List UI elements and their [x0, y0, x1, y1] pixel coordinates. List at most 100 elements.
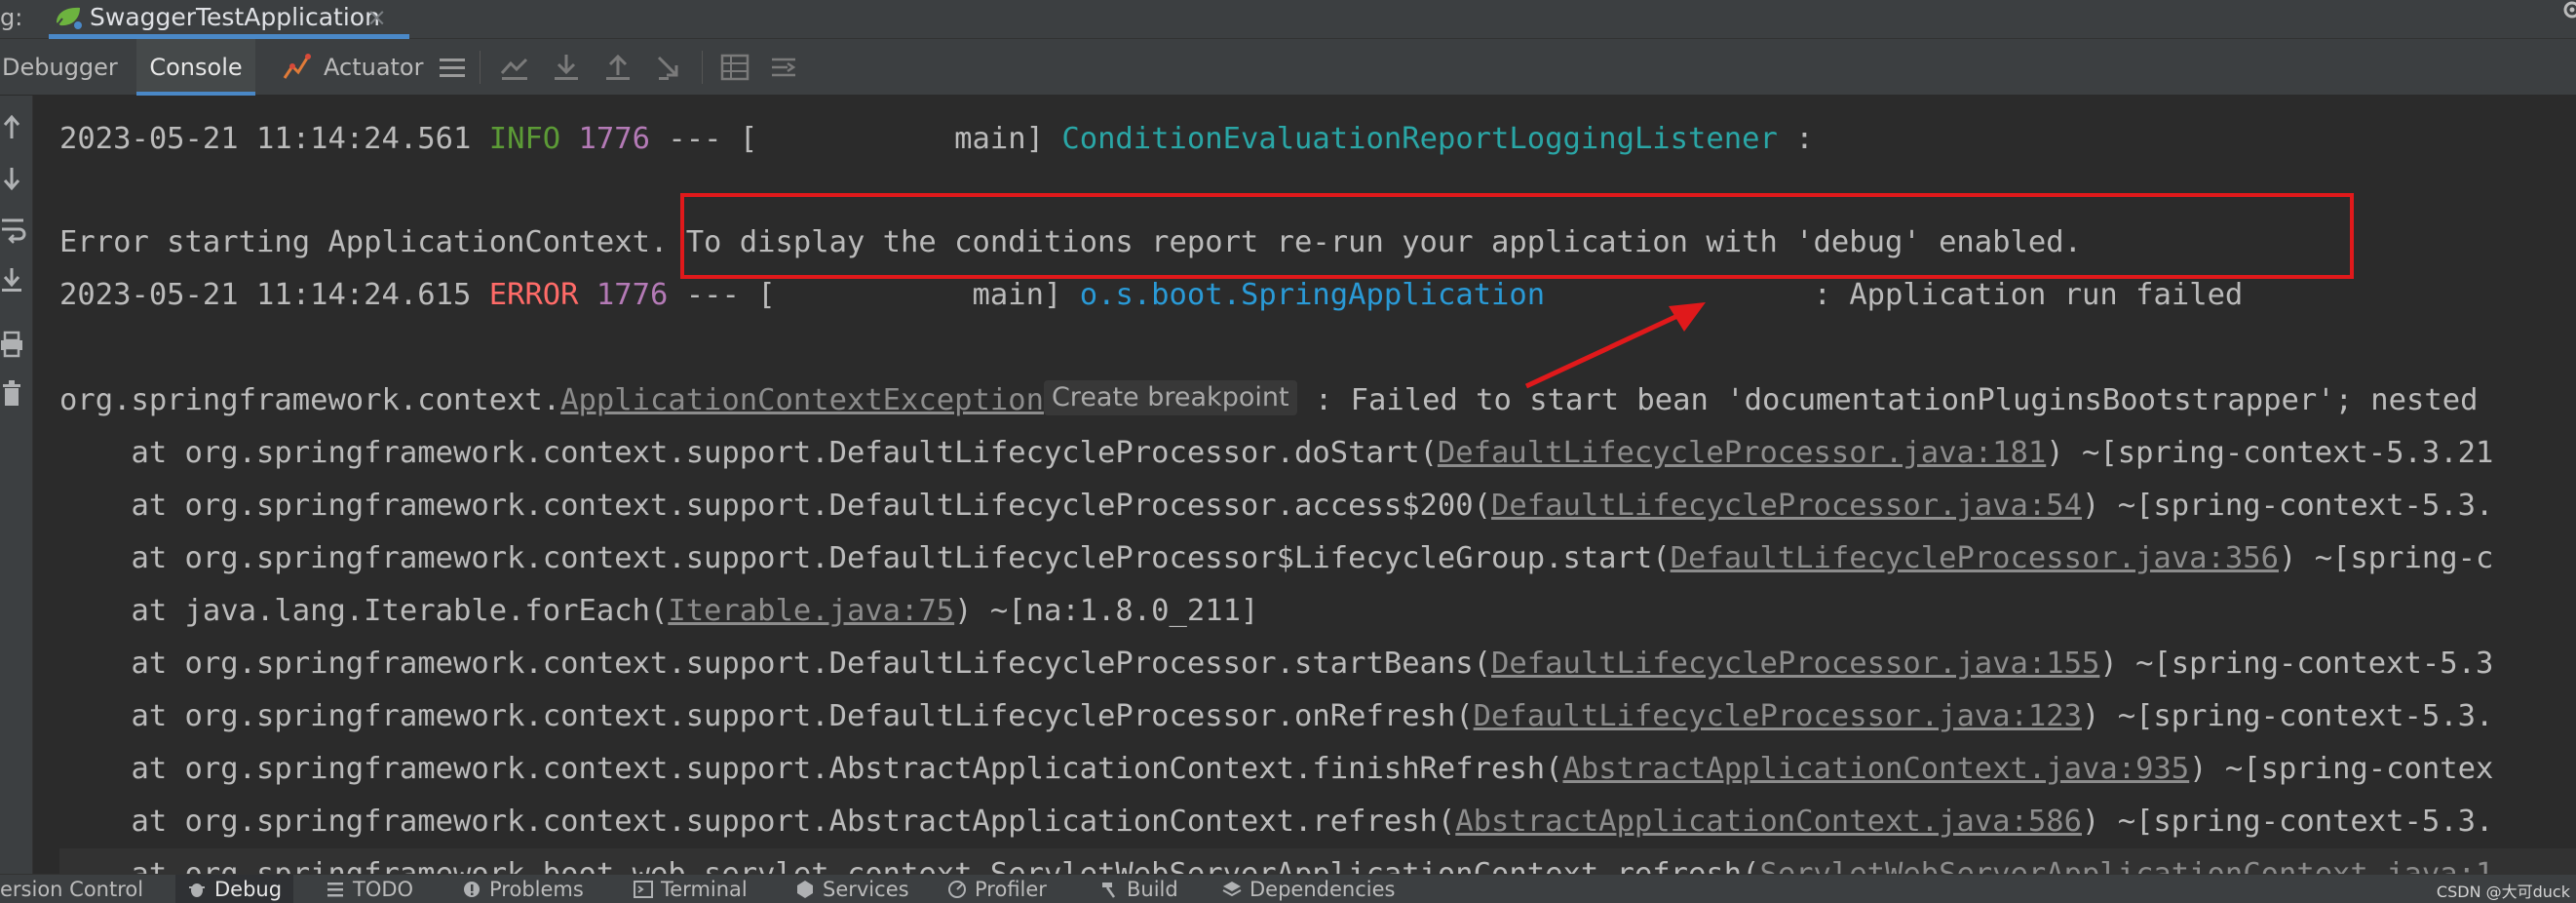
menu-icon[interactable] [437, 52, 468, 83]
source-link[interactable]: Iterable.java:75 [668, 594, 954, 628]
actuator-icon [283, 54, 311, 79]
scroll-up-icon[interactable] [0, 113, 29, 142]
log-thread: --- [ main] [650, 122, 1062, 156]
tab-dependencies[interactable]: Dependencies [1222, 875, 1395, 903]
stack-trace-line: at org.springframework.context.support.A… [59, 796, 2493, 848]
annotation-highlight-box [680, 193, 2354, 279]
stack-frame-method: at org.springframework.context.support.D… [59, 436, 1438, 470]
source-link[interactable]: ServletWebServerApplicationContext.java:… [1759, 857, 2493, 874]
stack-trace-line: at org.springframework.context.support.A… [59, 743, 2493, 796]
console-side-toolbar [0, 96, 33, 874]
gear-icon[interactable] [2551, 0, 2576, 31]
run-tab-strip: g: SwaggerTestApplication × [0, 0, 2576, 39]
tab-actuator[interactable]: Actuator [283, 39, 423, 96]
annotation-arrow [1524, 302, 1706, 389]
stack-frame-method: at org.springframework.context.support.A… [59, 752, 1563, 786]
log-logger: o.s.boot.SpringApplication [1079, 278, 1546, 312]
tab-version-control[interactable]: ersion Control [0, 875, 143, 903]
show-execution-point-icon[interactable] [499, 52, 530, 83]
step-into-icon[interactable] [602, 52, 634, 83]
stack-frame-jar: ) ~[na:1.8.0_211] [954, 594, 1259, 628]
trace-settings-icon[interactable] [768, 52, 799, 83]
stack-frame-method: at java.lang.Iterable.forEach( [59, 594, 669, 628]
toolbar-separator [480, 51, 481, 84]
stack-frame-method: at org.springframework.context.support.D… [59, 647, 1492, 681]
tab-services-label: Services [823, 878, 909, 901]
toolbar-separator [702, 51, 703, 84]
step-out-icon[interactable] [655, 52, 686, 83]
create-breakpoint-button[interactable]: Create breakpoint [1043, 380, 1297, 415]
step-over-icon[interactable] [551, 52, 582, 83]
source-link[interactable]: DefaultLifecycleProcessor.java:181 [1438, 436, 2046, 470]
evaluate-expression-icon[interactable] [719, 52, 750, 83]
debug-toolbar: Debugger Console Actuator [0, 39, 2576, 96]
stack-trace-line: at org.springframework.context.support.D… [59, 690, 2493, 743]
stack-frame-jar: ) ~[spring-context-5.3.21 [2046, 436, 2494, 470]
tab-build[interactable]: Build [1099, 875, 1178, 903]
stack-trace-line: at org.springframework.context.support.D… [59, 532, 2493, 585]
source-link[interactable]: AbstractApplicationContext.java:935 [1562, 752, 2189, 786]
layers-icon [1222, 882, 1242, 897]
tab-problems[interactable]: Problems [462, 875, 584, 903]
log-thread: --- [ main] [668, 278, 1080, 312]
tab-strip-prefix: g: [0, 4, 23, 31]
stack-trace-line: at org.springframework.context.support.D… [59, 427, 2493, 480]
run-tab-swagger-test-application[interactable]: SwaggerTestApplication × [47, 0, 409, 39]
soft-wrap-icon[interactable] [0, 215, 29, 244]
stack-frame-jar: ) ~[spring-contex [2189, 752, 2494, 786]
tab-problems-label: Problems [489, 878, 584, 901]
tab-debugger[interactable]: Debugger [0, 39, 127, 96]
print-icon[interactable] [0, 330, 29, 359]
source-link[interactable]: AbstractApplicationContext.java:586 [1455, 805, 2082, 839]
source-link[interactable]: DefaultLifecycleProcessor.java:123 [1474, 699, 2082, 733]
log-logger: ConditionEvaluationReportLoggingListener [1061, 122, 1778, 156]
log-level: INFO [488, 122, 561, 156]
bug-icon [189, 883, 205, 897]
spring-boot-icon [54, 7, 82, 29]
stack-frame-method: at org.springframework.context.support.D… [59, 489, 1492, 523]
stack-frame-method: at org.springframework.context.support.D… [59, 699, 1474, 733]
watermark: CSDN @大可duck [2436, 883, 2570, 901]
stack-frame-jar: ) ~[spring-context-5.3. [2081, 699, 2494, 733]
tab-terminal-label: Terminal [661, 878, 748, 901]
stack-trace-line: at org.springframework.context.support.D… [59, 480, 2493, 532]
tab-terminal[interactable]: Terminal [634, 875, 748, 903]
log-level: ERROR [488, 278, 579, 312]
tab-actuator-label: Actuator [324, 54, 424, 81]
stack-trace-line-partial: at org.springframework.boot.web.servlet.… [59, 848, 2576, 874]
tab-todo[interactable]: TODO [326, 875, 413, 903]
stack-frame-jar: ) ~[spring-context-5.3. [2081, 489, 2494, 523]
stack-frame-method: at org.springframework.context.support.A… [59, 805, 1456, 839]
stack-frame-jar: ) ~[spring-c [2278, 541, 2494, 575]
tab-services[interactable]: Services [795, 875, 909, 903]
tab-todo-label: TODO [353, 878, 414, 901]
log-timestamp: 2023-05-21 11:14:24.615 [59, 278, 472, 312]
tab-debug[interactable]: Debug [175, 875, 294, 903]
log-pid: 1776 [596, 278, 669, 312]
stack-trace-line: at org.springframework.context.support.D… [59, 638, 2493, 690]
exception-package: org.springframework.context. [59, 383, 561, 417]
stack-frame-jar: ) ~[spring-context-5.3. [2081, 805, 2494, 839]
exception-class-link[interactable]: ApplicationContextException [560, 383, 1044, 417]
tab-dependencies-label: Dependencies [1250, 878, 1396, 901]
scroll-to-end-icon[interactable] [0, 265, 29, 294]
tab-profiler[interactable]: Profiler [947, 875, 1047, 903]
scroll-down-icon[interactable] [0, 164, 29, 193]
source-link[interactable]: DefaultLifecycleProcessor.java:155 [1491, 647, 2099, 681]
log-message: : [1777, 122, 1814, 156]
hammer-icon [1102, 883, 1116, 898]
problems-icon [464, 882, 480, 897]
close-icon[interactable]: × [366, 3, 387, 31]
source-link[interactable]: DefaultLifecycleProcessor.java:356 [1671, 541, 2279, 575]
clear-all-icon[interactable] [0, 378, 29, 408]
log-timestamp: 2023-05-21 11:14:24.561 [59, 122, 472, 156]
exception-line: org.springframework.context.ApplicationC… [59, 374, 2478, 427]
tab-console[interactable]: Console [136, 39, 255, 96]
source-link[interactable]: DefaultLifecycleProcessor.java:54 [1491, 489, 2082, 523]
tool-window-bar: ersion Control Debug TODO Problems Termi… [0, 874, 2576, 903]
stack-frame-jar: ) ~[spring-context-5.3 [2099, 647, 2494, 681]
stack-frame-method: at org.springframework.boot.web.servlet.… [59, 857, 1759, 874]
tab-profiler-label: Profiler [975, 878, 1047, 901]
stack-trace-line: at java.lang.Iterable.forEach(Iterable.j… [59, 585, 1258, 638]
log-pid: 1776 [578, 122, 650, 156]
